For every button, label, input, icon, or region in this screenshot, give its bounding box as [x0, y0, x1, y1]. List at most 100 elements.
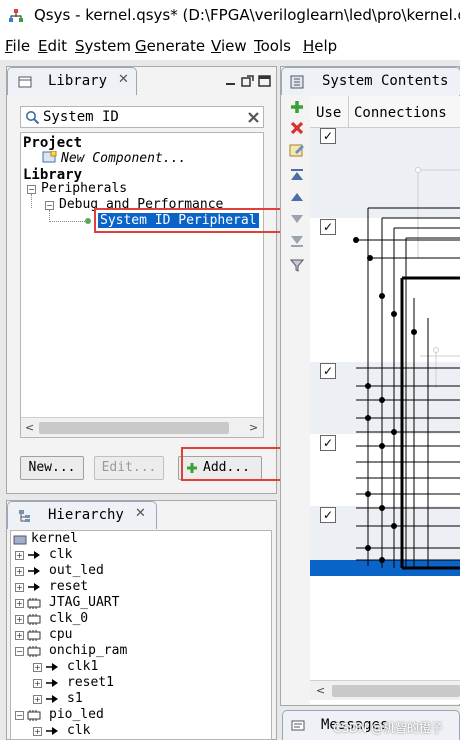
port-icon — [28, 551, 40, 559]
menu-edit[interactable]: Edit — [38, 37, 67, 55]
library-tree: Project New Component... Library − Perip… — [20, 132, 264, 438]
search-icon — [26, 111, 40, 125]
expand-icon[interactable]: + — [15, 599, 24, 608]
hierarchy-root-kernel[interactable]: kernel — [31, 531, 78, 546]
library-search-input[interactable]: System ID — [43, 109, 119, 125]
table-header: Use Connections — [310, 96, 460, 128]
move-top-icon[interactable] — [290, 168, 304, 182]
scroll-right-icon[interactable]: > — [249, 421, 258, 434]
component-dot-icon — [85, 218, 91, 224]
highlight-box-selection — [94, 208, 292, 233]
remove-icon[interactable] — [290, 121, 304, 135]
collapse-icon[interactable]: − — [27, 185, 36, 194]
edit-icon[interactable] — [289, 142, 305, 158]
hierarchy-close-icon[interactable]: ✕ — [135, 506, 146, 521]
horizontal-scrollbar[interactable]: < > — [21, 417, 263, 437]
tree-item-peripherals[interactable]: Peripherals — [41, 181, 127, 196]
menu-system[interactable]: System — [75, 37, 131, 55]
expand-icon[interactable]: + — [33, 663, 42, 672]
port-icon — [46, 695, 58, 703]
clear-search-icon[interactable] — [247, 111, 260, 124]
maximize-icon[interactable] — [258, 75, 271, 87]
messages-tab[interactable]: Messages CSDN @机智的橙子 — [282, 710, 460, 740]
port-icon — [46, 663, 58, 671]
detach-icon[interactable] — [241, 75, 254, 87]
filter-icon[interactable] — [290, 258, 304, 272]
title-bar: Qsys - kernel.qsys* (D:\FPGA\veriloglear… — [0, 0, 460, 32]
hierarchy-item[interactable]: JTAG_UART — [49, 595, 119, 610]
system-contents-tab-label: System Contents — [322, 73, 449, 89]
menu-help[interactable]: Help — [303, 37, 337, 55]
new-component-item[interactable]: New Component... — [61, 151, 186, 166]
scrollbar-thumb[interactable] — [39, 422, 229, 434]
menu-view[interactable]: View — [211, 37, 247, 55]
new-button[interactable]: New... — [20, 456, 84, 480]
menu-file[interactable]: File — [5, 37, 30, 55]
hierarchy-item[interactable]: clk1 — [67, 659, 98, 674]
system-contents-table: Use Connections ✓ ✓ ✓ ✓ ✓ < — [310, 96, 460, 704]
expand-icon[interactable]: + — [33, 679, 42, 688]
column-use: Use — [316, 105, 342, 121]
column-divider — [348, 96, 349, 128]
watermark-text: CSDN @机智的橙子 — [333, 721, 444, 735]
expand-icon[interactable]: + — [15, 551, 24, 560]
module-icon — [27, 598, 41, 609]
hierarchy-icon — [19, 510, 30, 522]
expand-icon[interactable]: + — [15, 583, 24, 592]
library-search-box[interactable]: System ID — [20, 106, 264, 128]
hierarchy-tab[interactable]: Hierarchy ✕ — [7, 501, 157, 529]
menu-generate[interactable]: Generate — [135, 37, 205, 55]
minimize-icon[interactable] — [224, 75, 237, 87]
connections-graph — [353, 167, 460, 570]
hierarchy-item[interactable]: out_led — [49, 563, 104, 578]
use-checkbox[interactable]: ✓ — [320, 363, 336, 379]
hierarchy-item[interactable]: reset — [49, 579, 88, 594]
tree-connector — [49, 221, 85, 222]
hierarchy-item[interactable]: clk_0 — [49, 611, 88, 626]
use-checkbox[interactable]: ✓ — [320, 507, 336, 523]
horizontal-scrollbar[interactable]: < — [310, 680, 460, 700]
messages-icon — [291, 720, 305, 731]
hierarchy-tab-label: Hierarchy — [48, 507, 124, 523]
move-down-icon[interactable] — [290, 212, 304, 226]
use-checkbox[interactable]: ✓ — [320, 128, 336, 144]
project-heading: Project — [23, 135, 83, 151]
hierarchy-item[interactable]: onchip_ram — [49, 643, 127, 658]
kernel-system-icon — [13, 535, 27, 545]
expand-icon[interactable]: + — [33, 695, 42, 704]
move-up-icon[interactable] — [290, 190, 304, 204]
hierarchy-item[interactable]: pio_led — [49, 707, 104, 722]
port-icon — [46, 679, 58, 687]
hierarchy-item[interactable]: reset1 — [67, 675, 114, 690]
system-contents-tab[interactable]: System Contents — [281, 67, 460, 95]
tree-connector — [31, 194, 32, 208]
port-icon — [28, 567, 40, 575]
scroll-left-icon[interactable]: < — [25, 421, 34, 434]
scroll-left-icon[interactable]: < — [316, 684, 325, 697]
menu-tools[interactable]: Tools — [254, 37, 291, 55]
add-icon[interactable] — [290, 100, 304, 114]
hierarchy-item[interactable]: cpu — [49, 627, 72, 642]
hierarchy-item[interactable]: clk — [49, 547, 72, 562]
hierarchy-item[interactable]: clk — [67, 723, 90, 738]
hierarchy-item[interactable]: s1 — [67, 691, 83, 706]
menu-bar: File Edit System Generate View Tools Hel… — [0, 34, 460, 60]
library-tab-label: Library — [48, 73, 108, 89]
move-bottom-icon[interactable] — [290, 234, 304, 248]
port-icon — [28, 583, 40, 591]
expand-icon[interactable]: − — [15, 647, 24, 656]
system-contents-toolbar — [286, 96, 308, 696]
expand-icon[interactable]: + — [33, 727, 42, 736]
expand-icon[interactable]: + — [15, 615, 24, 624]
library-close-icon[interactable]: ✕ — [118, 72, 129, 87]
collapse-icon[interactable]: − — [45, 201, 54, 210]
library-tab[interactable]: Library ✕ — [7, 67, 137, 95]
use-checkbox[interactable]: ✓ — [320, 435, 336, 451]
expand-icon[interactable]: − — [15, 711, 24, 720]
scrollbar-thumb[interactable] — [332, 685, 460, 697]
expand-icon[interactable]: + — [15, 631, 24, 640]
edit-button[interactable]: Edit... — [94, 456, 164, 480]
use-checkbox[interactable]: ✓ — [320, 219, 336, 235]
module-icon — [27, 646, 41, 657]
expand-icon[interactable]: + — [15, 567, 24, 576]
